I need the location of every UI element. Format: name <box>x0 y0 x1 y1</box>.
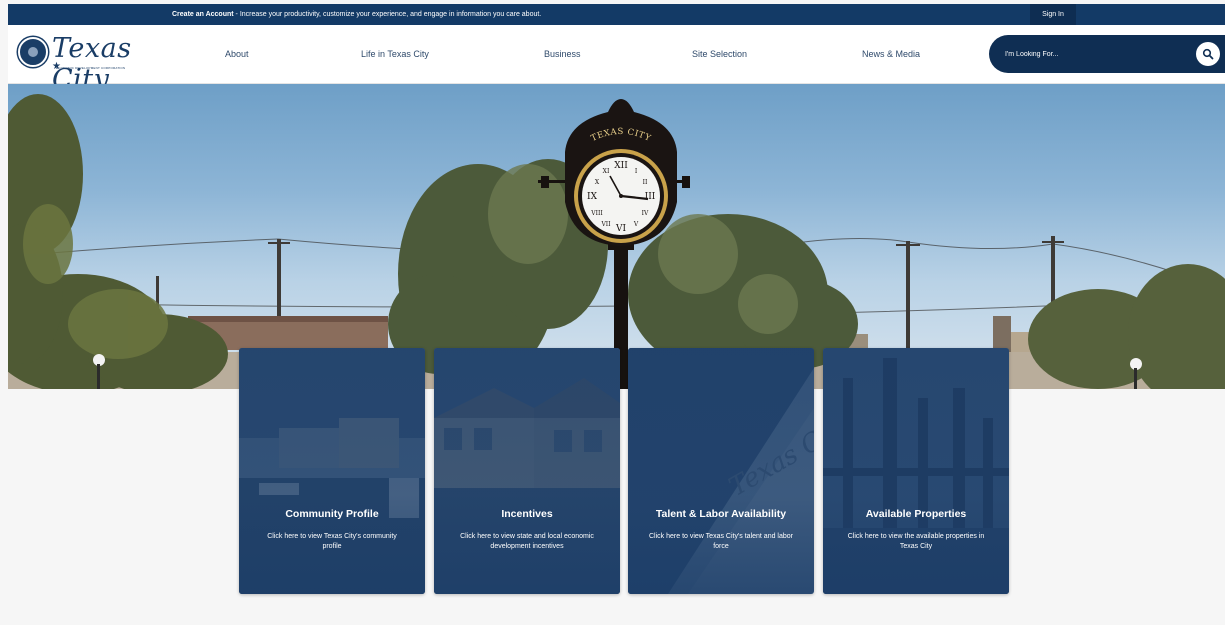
card-available-properties[interactable]: Available Properties Click here to view … <box>823 348 1009 594</box>
svg-text:IX: IX <box>587 192 598 202</box>
nav-item-site-selection[interactable]: Site Selection <box>692 49 747 59</box>
svg-text:VI: VI <box>615 224 626 234</box>
card-community-profile[interactable]: Community Profile Click here to view Tex… <box>239 348 425 594</box>
nav-item-news-media[interactable]: News & Media <box>862 49 920 59</box>
svg-text:II: II <box>643 179 648 186</box>
hero-banner: XII III VI IX I II IV V VII VIII X XI TE… <box>8 84 1225 389</box>
card-description: Click here to view state and local econo… <box>460 533 594 550</box>
card-overlay <box>239 348 425 594</box>
site-header: Texas City ★ ECONOMIC DEVELOPMENT CORPOR… <box>8 25 1225 95</box>
nav-item-life-in-texas-city[interactable]: Life in Texas City <box>361 49 429 59</box>
account-banner: Create an Account - Increase your produc… <box>172 11 541 18</box>
card-description: Click here to view Texas City's communit… <box>267 533 397 550</box>
svg-text:VIII: VIII <box>590 210 603 217</box>
site-logo[interactable]: Texas City ★ ECONOMIC DEVELOPMENT CORPOR… <box>18 33 168 95</box>
sign-in-button[interactable]: Sign In <box>1030 4 1076 25</box>
search-bar <box>989 35 1225 73</box>
card-talent-labor[interactable]: Texas City Talent & Labor Availability C… <box>628 348 814 594</box>
search-input[interactable] <box>1005 46 1175 62</box>
svg-text:V: V <box>633 221 639 228</box>
create-account-link[interactable]: Create an Account <box>172 11 234 18</box>
card-description: Click here to view the available propert… <box>847 533 985 550</box>
card-overlay <box>628 348 814 594</box>
search-icon <box>1202 48 1214 60</box>
svg-text:VII: VII <box>600 221 611 228</box>
city-seal-icon <box>18 37 48 67</box>
nav-item-business[interactable]: Business <box>544 49 581 59</box>
search-button[interactable] <box>1196 42 1220 66</box>
svg-text:IV: IV <box>642 210 649 217</box>
top-bar: Create an Account - Increase your produc… <box>8 4 1225 25</box>
card-title: Available Properties <box>865 508 967 520</box>
svg-text:III: III <box>645 192 656 202</box>
card-overlay <box>823 348 1009 594</box>
card-title: Community Profile <box>285 508 379 520</box>
logo-tagline: ECONOMIC DEVELOPMENT CORPORATION <box>56 66 126 70</box>
svg-text:XI: XI <box>603 168 610 175</box>
card-title: Incentives <box>501 508 553 520</box>
nav-item-about[interactable]: About <box>225 49 249 59</box>
card-overlay <box>434 348 620 594</box>
svg-text:XII: XII <box>614 161 628 171</box>
card-description: Click here to view Texas City's talent a… <box>649 533 793 550</box>
card-title: Talent & Labor Availability <box>655 508 787 520</box>
svg-text:X: X <box>595 179 600 186</box>
hero-image: XII III VI IX I II IV V VII VIII X XI TE… <box>8 94 1225 389</box>
card-incentives[interactable]: Incentives Click here to view state and … <box>434 348 620 594</box>
account-banner-text: - Increase your productivity, customize … <box>233 11 542 18</box>
